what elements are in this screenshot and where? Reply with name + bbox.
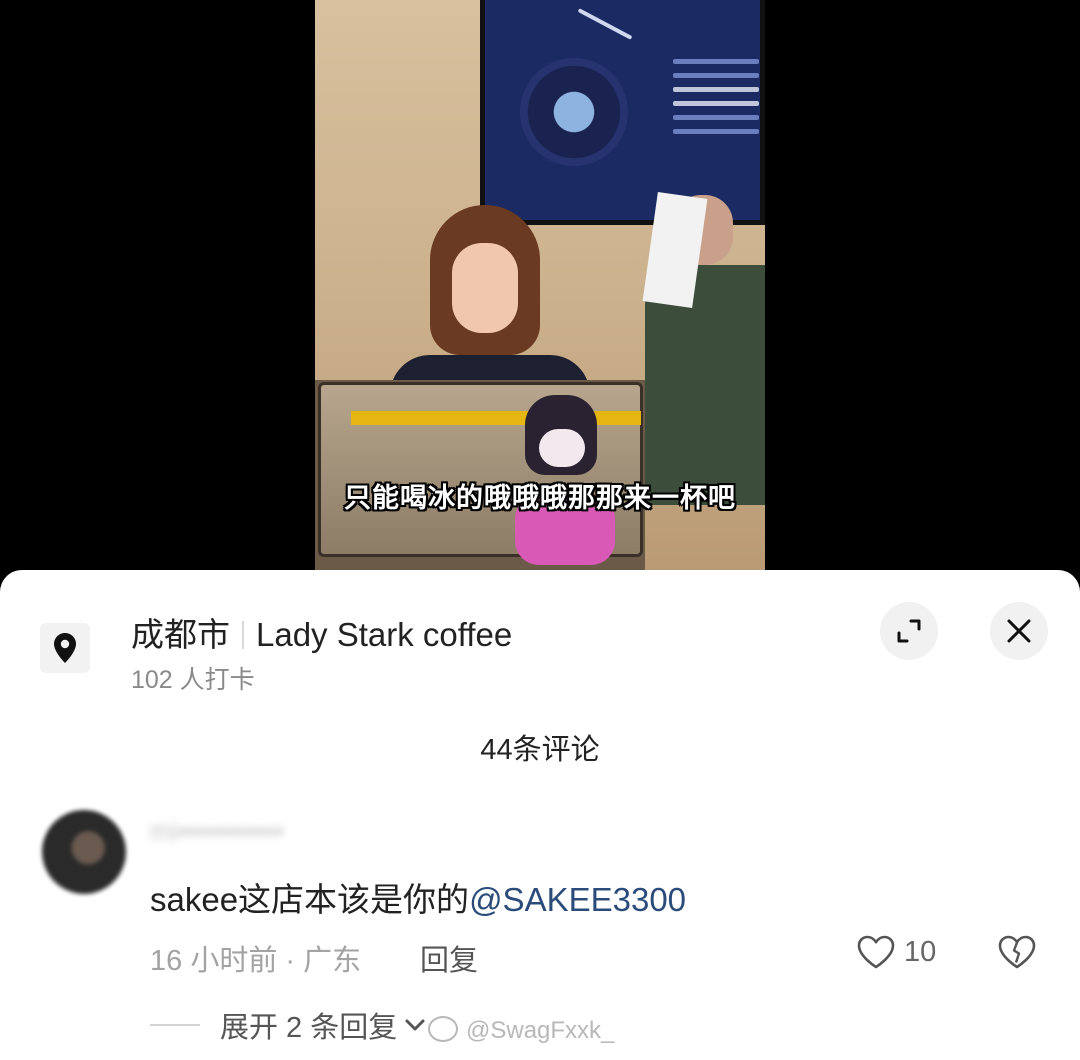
dislike-button[interactable] <box>997 934 1037 975</box>
watermark: @SwagFxxk_ <box>428 1016 614 1045</box>
location-title[interactable]: 成都市 Lady Stark coffee <box>131 608 512 656</box>
chevron-down-icon <box>405 1019 425 1031</box>
close-icon <box>1007 619 1031 643</box>
broken-heart-icon <box>998 935 1036 969</box>
expand-button[interactable] <box>880 602 938 660</box>
wall-tv-screen <box>480 0 765 225</box>
comment-meta: 16 小时前 · 广东 <box>150 945 362 977</box>
location-name: Lady Stark coffee <box>256 616 513 653</box>
heart-icon <box>857 935 895 969</box>
avatar[interactable] <box>42 810 126 894</box>
close-button[interactable] <box>990 602 1048 660</box>
watermark-text: @SwagFxxk_ <box>466 1017 615 1044</box>
comment-text: sakee这店本该是你的@SAKEE3300 <box>150 873 686 921</box>
expand-icon <box>897 619 921 643</box>
location-city: 成都市 <box>131 616 230 653</box>
expand-replies-label: 展开 2 条回复 <box>220 1012 398 1044</box>
person-cashier <box>390 205 590 435</box>
expand-replies[interactable]: 展开 2 条回复 <box>150 1004 427 1046</box>
comment-mention[interactable]: @SAKEE3300 <box>469 881 686 918</box>
video-subtitle: 只能喝冰的哦哦哦那那来一杯吧 <box>344 483 736 514</box>
comment-count-title: 44条评论 <box>480 734 600 766</box>
weibo-logo-icon <box>428 1016 458 1042</box>
title-separator <box>242 621 244 649</box>
reply-button[interactable]: 回复 <box>420 937 478 979</box>
checkin-count: 102 人打卡 <box>131 666 255 694</box>
video-player[interactable]: 只能喝冰的哦哦哦那那来一杯吧 <box>315 0 765 570</box>
like-button[interactable]: 10 <box>856 934 936 970</box>
comment-body: sakee这店本该是你的 <box>150 881 470 918</box>
location-pin-icon[interactable] <box>40 623 90 673</box>
divider-line <box>150 1024 200 1026</box>
comments-sheet: 成都市 Lady Stark coffee 102 人打卡 44条评论 mi▪▪▪… <box>0 570 1080 1060</box>
comment-username[interactable]: mi▪▪▪▪▪▪▪▪▪▪▪ <box>150 816 284 847</box>
like-count: 10 <box>904 935 937 968</box>
